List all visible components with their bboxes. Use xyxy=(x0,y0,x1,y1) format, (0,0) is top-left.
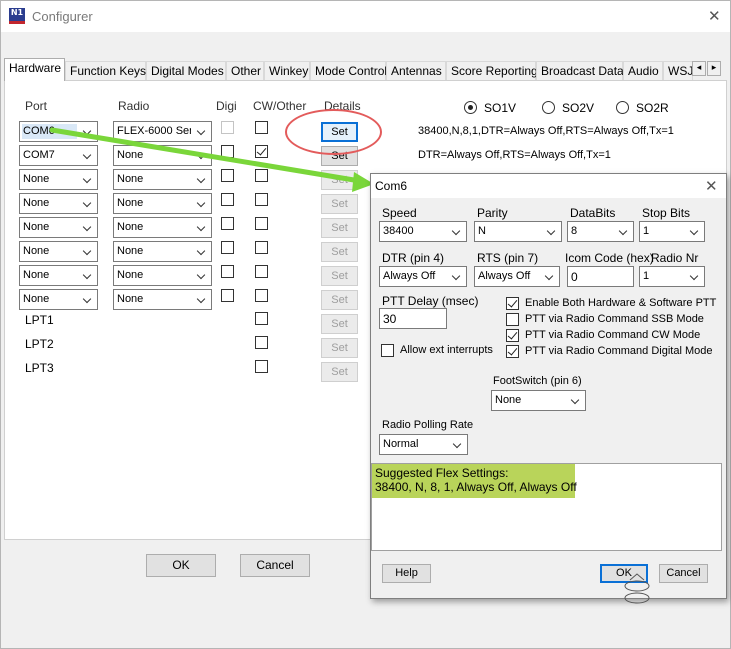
dialog-cancel-button[interactable]: Cancel xyxy=(659,564,708,583)
chevron-down-icon xyxy=(686,267,704,286)
dialog-title: Com6 xyxy=(375,179,408,193)
speed-select[interactable]: 38400 xyxy=(379,221,467,242)
suggested-values: 38400, N, 8, 1, Always Off, Always Off xyxy=(375,480,577,494)
stopbits-select[interactable]: 1 xyxy=(639,221,705,242)
tab-hardware[interactable]: Hardware xyxy=(4,58,65,81)
cursor-watermark-icon xyxy=(624,573,650,604)
rts-select[interactable]: Always Off xyxy=(474,266,560,287)
chevron-down-icon xyxy=(448,267,466,286)
footswitch-select[interactable]: None xyxy=(491,390,586,411)
suggested-title: Suggested Flex Settings: xyxy=(375,466,509,480)
radio-nr-select[interactable]: 1 xyxy=(639,266,705,287)
chevron-down-icon xyxy=(543,222,561,241)
dtr-select[interactable]: Always Off xyxy=(379,266,467,287)
parity-select[interactable]: N xyxy=(474,221,562,242)
allow-ext-interrupts-label: Allow ext interrupts xyxy=(400,344,493,356)
polling-rate-label: Radio Polling Rate xyxy=(382,419,474,431)
ptt-ssb-label: PTT via Radio Command SSB Mode xyxy=(525,313,704,325)
annotation-circle xyxy=(285,109,382,155)
rts-label: RTS (pin 7) xyxy=(477,251,539,265)
dtr-label: DTR (pin 4) xyxy=(382,251,445,265)
help-button[interactable]: Help xyxy=(382,564,431,583)
enable-both-ptt-label: Enable Both Hardware & Software PTT xyxy=(525,297,717,309)
chevron-down-icon xyxy=(449,435,467,454)
suggested-settings-box: Suggested Flex Settings: 38400, N, 8, 1,… xyxy=(371,463,722,551)
stopbits-label: Stop Bits xyxy=(642,206,691,220)
databits-select[interactable]: 8 xyxy=(567,221,634,242)
ptt-cw-checkbox[interactable] xyxy=(506,329,519,342)
allow-ext-interrupts-checkbox[interactable] xyxy=(381,344,394,357)
chevron-down-icon xyxy=(567,391,585,410)
ptt-digital-checkbox[interactable] xyxy=(506,345,519,358)
databits-label: DataBits xyxy=(570,206,616,220)
speed-label: Speed xyxy=(382,206,417,220)
ptt-delay-input[interactable]: 30 xyxy=(379,308,447,329)
chevron-down-icon xyxy=(448,222,466,241)
radio-nr-label: Radio Nr xyxy=(651,251,699,265)
chevron-down-icon xyxy=(615,222,633,241)
enable-both-ptt-checkbox[interactable] xyxy=(506,297,519,310)
ptt-digital-label: PTT via Radio Command Digital Mode xyxy=(525,345,713,357)
chevron-down-icon xyxy=(686,222,704,241)
ptt-ssb-checkbox[interactable] xyxy=(506,313,519,326)
com6-dialog: Com6 ✕ Speed 38400 Parity N DataBits 8 S… xyxy=(370,173,727,604)
dialog-close-icon[interactable]: ✕ xyxy=(705,177,718,195)
icom-code-input[interactable]: 0 xyxy=(567,266,634,287)
parity-label: Parity xyxy=(477,206,508,220)
polling-rate-select[interactable]: Normal xyxy=(379,434,468,455)
ptt-delay-label: PTT Delay (msec) xyxy=(382,294,479,308)
icom-code-label: Icom Code (hex) xyxy=(565,251,654,265)
dialog-title-bar: Com6 ✕ xyxy=(371,174,726,198)
chevron-down-icon xyxy=(541,267,559,286)
ptt-cw-label: PTT via Radio Command CW Mode xyxy=(525,329,701,341)
footswitch-label: FootSwitch (pin 6) xyxy=(493,375,582,387)
